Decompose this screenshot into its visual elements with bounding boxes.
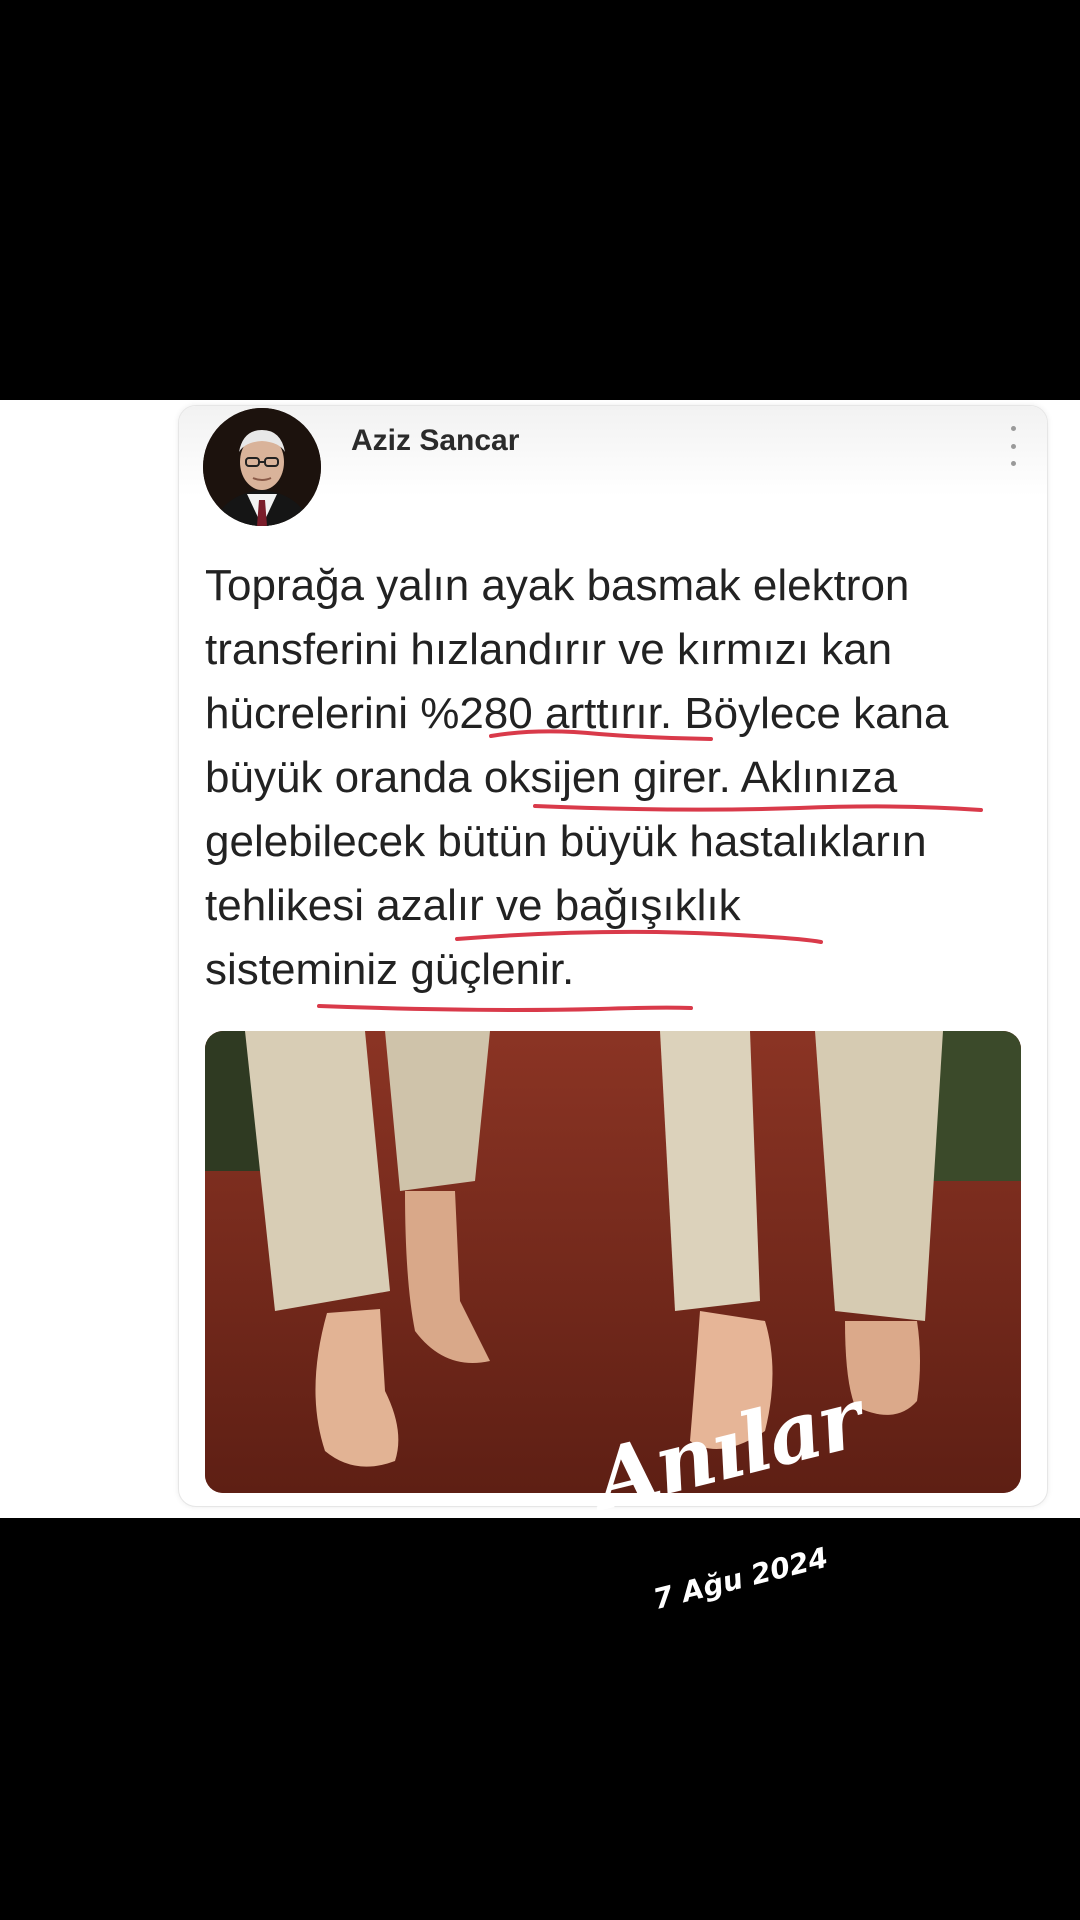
avatar[interactable] bbox=[203, 408, 321, 526]
post-photo[interactable] bbox=[205, 1031, 1021, 1493]
more-options-icon[interactable] bbox=[1005, 426, 1021, 466]
post-card: Aziz Sancar Toprağa yalın ayak basmak el… bbox=[178, 405, 1048, 1507]
post-text: Toprağa yalın ayak basmak elektron trans… bbox=[205, 561, 949, 994]
barefoot-walking-image bbox=[205, 1031, 1021, 1493]
memories-date: 7 Ağu 2024 bbox=[650, 1540, 832, 1617]
portrait-image bbox=[203, 408, 321, 526]
author-name[interactable]: Aziz Sancar bbox=[351, 424, 519, 458]
